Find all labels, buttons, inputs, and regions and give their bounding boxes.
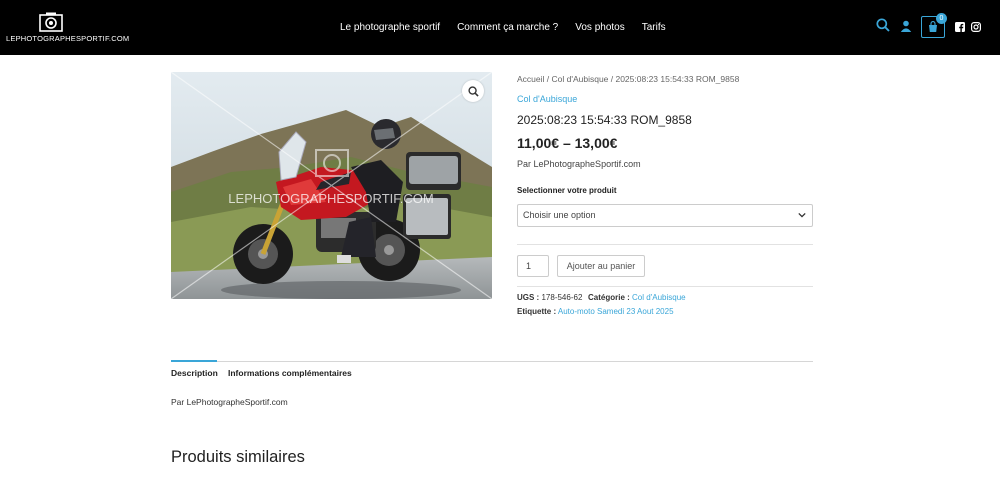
zoom-button[interactable] <box>462 80 484 102</box>
product-price: 11,00€ – 13,00€ <box>517 135 618 151</box>
product-option-select[interactable]: Choisir une option <box>517 204 813 227</box>
category-meta: Catégorie : Col d'Aubisque <box>588 293 686 302</box>
zoom-icon <box>467 85 479 97</box>
product-title: 2025:08:23 15:54:33 ROM_9858 <box>517 113 692 127</box>
tag-value-link[interactable]: Auto-moto Samedi 23 Aout 2025 <box>558 307 674 316</box>
breadcrumb[interactable]: Accueil / Col d'Aubisque / 2025:08:23 15… <box>517 74 739 84</box>
site-header: LEPHOTOGRAPHESPORTIF.COM Le photographe … <box>0 0 1000 55</box>
cart-count-badge: 0 <box>936 13 947 24</box>
product-image[interactable]: LEPHOTOGRAPHESPORTIF.COM <box>171 72 492 299</box>
divider <box>517 286 813 287</box>
nav-tarifs[interactable]: Tarifs <box>642 22 666 33</box>
tag-label: Etiquette : <box>517 307 557 316</box>
main-nav: Le photographe sportif Comment ça marche… <box>340 0 683 55</box>
select-product-label: Selectionner votre produit <box>517 186 617 195</box>
nav-vos-photos[interactable]: Vos photos <box>575 22 624 33</box>
category-label: Catégorie : <box>588 293 630 302</box>
camera-logo-icon <box>39 12 63 32</box>
sku-label: UGS : <box>517 293 540 302</box>
image-watermark-text: LEPHOTOGRAPHESPORTIF.COM <box>228 191 433 206</box>
nav-comment-ca-marche[interactable]: Comment ça marche ? <box>457 22 558 33</box>
category-value-link[interactable]: Col d'Aubisque <box>632 293 686 302</box>
chevron-down-icon <box>798 212 806 218</box>
logo-text: LEPHOTOGRAPHESPORTIF.COM <box>6 34 130 43</box>
instagram-icon[interactable] <box>971 22 981 32</box>
tag-meta: Etiquette : Auto-moto Samedi 23 Aout 202… <box>517 307 674 316</box>
sku-meta: UGS : 178-546-62 <box>517 293 582 302</box>
nav-le-photographe-sportif[interactable]: Le photographe sportif <box>340 22 440 33</box>
product-photo-motorcycle: LEPHOTOGRAPHESPORTIF.COM <box>171 72 492 299</box>
facebook-icon[interactable] <box>955 22 965 32</box>
tab-description[interactable]: Description <box>171 368 218 378</box>
add-to-cart-button[interactable]: Ajouter au panier <box>557 255 645 277</box>
site-logo[interactable]: LEPHOTOGRAPHESPORTIF.COM <box>6 10 130 46</box>
similar-products-heading: Produits similaires <box>171 448 305 466</box>
product-byline: Par LePhotographeSportif.com <box>517 159 641 169</box>
tab-informations-complementaires[interactable]: Informations complémentaires <box>228 368 352 378</box>
tabs-border <box>171 361 813 362</box>
category-link[interactable]: Col d'Aubisque <box>517 94 577 104</box>
search-icon[interactable] <box>876 18 890 32</box>
tab-active-indicator <box>171 360 217 362</box>
divider <box>517 244 813 245</box>
quantity-input[interactable]: 1 <box>517 255 549 277</box>
user-icon[interactable] <box>900 20 912 32</box>
sku-value: 178-546-62 <box>541 293 583 302</box>
description-text: Par LePhotographeSportif.com <box>171 397 288 407</box>
